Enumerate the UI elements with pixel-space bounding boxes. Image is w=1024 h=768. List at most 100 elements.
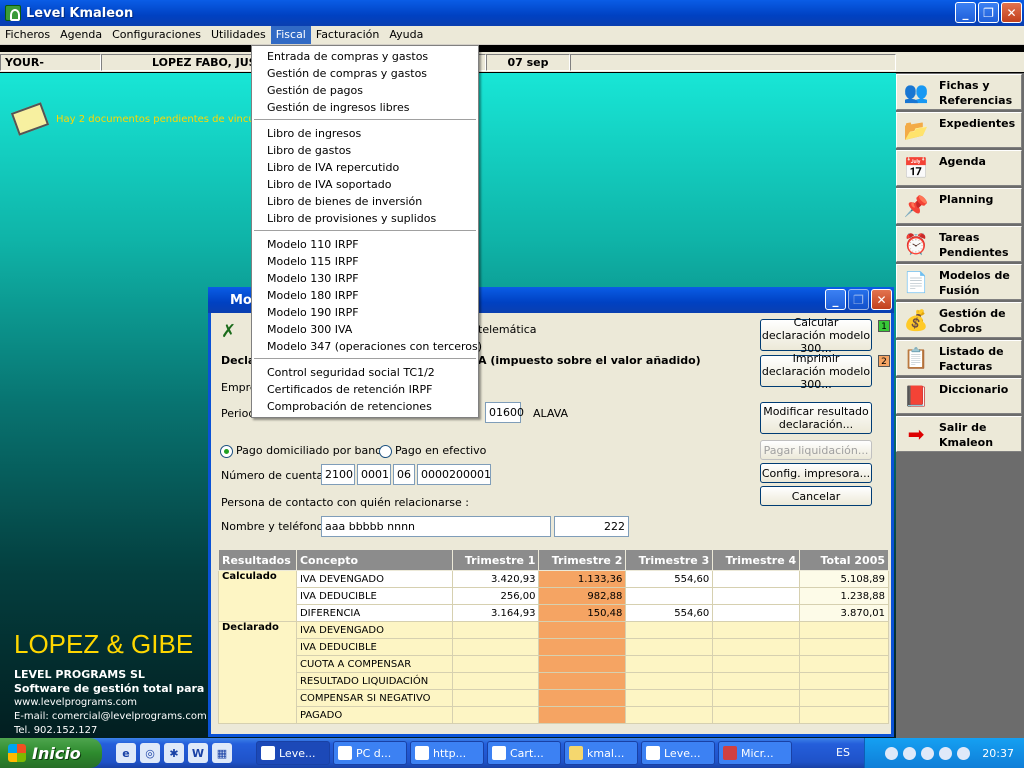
maximize-button[interactable]: ❐ bbox=[978, 2, 999, 23]
menu-modelo-110[interactable]: Modelo 110 IRPF bbox=[252, 236, 478, 253]
menu-gestion-compras[interactable]: Gestión de compras y gastos bbox=[252, 65, 478, 82]
menu-modelo-180[interactable]: Modelo 180 IRPF bbox=[252, 287, 478, 304]
tray-icon-2[interactable] bbox=[903, 746, 917, 760]
menu-gestion-pagos[interactable]: Gestión de pagos bbox=[252, 82, 478, 99]
sidebar-item-tareas[interactable]: ⏰ Tareas Pendientes bbox=[896, 226, 1022, 262]
nombre-field[interactable]: aaa bbbbb nnnn bbox=[321, 516, 551, 537]
cancelar-button[interactable]: Cancelar bbox=[760, 486, 872, 506]
menu-modelo-115[interactable]: Modelo 115 IRPF bbox=[252, 253, 478, 270]
menu-libro-bienes[interactable]: Libro de bienes de inversión bbox=[252, 193, 478, 210]
cell-t4[interactable] bbox=[712, 655, 801, 673]
cell-t2[interactable] bbox=[538, 672, 627, 690]
menu-facturacion[interactable]: Facturación bbox=[311, 26, 384, 44]
pagar-liquidacion-button[interactable]: Pagar liquidación... bbox=[760, 440, 872, 460]
tray-icon-1[interactable] bbox=[885, 746, 899, 760]
cell-t1[interactable] bbox=[451, 689, 540, 707]
menu-entrada-compras[interactable]: Entrada de compras y gastos bbox=[252, 48, 478, 65]
quicklaunch-icon-2[interactable]: ◎ bbox=[140, 743, 160, 763]
start-button[interactable]: Inicio bbox=[0, 738, 102, 768]
dialog-minimize-button[interactable]: _ bbox=[825, 289, 846, 310]
menu-comprobacion-retenciones[interactable]: Comprobación de retenciones bbox=[252, 398, 478, 415]
cuenta-oficina-field[interactable]: 0001 bbox=[357, 464, 391, 485]
cell-t3[interactable] bbox=[625, 672, 714, 690]
calcular-declaracion-button[interactable]: Calcular declaración modelo 300... bbox=[760, 316, 872, 355]
pago-efectivo-option[interactable]: Pago en efectivo bbox=[379, 444, 486, 458]
cell-t1[interactable] bbox=[451, 672, 540, 690]
cell-t1[interactable] bbox=[451, 621, 540, 639]
tray-icon-4[interactable] bbox=[939, 746, 953, 760]
menu-utilidades[interactable]: Utilidades bbox=[206, 26, 271, 44]
dialog-close-button[interactable]: ✕ bbox=[871, 289, 892, 310]
menu-ficheros[interactable]: Ficheros bbox=[0, 26, 55, 44]
config-impresora-button[interactable]: Config. impresora... bbox=[760, 463, 872, 483]
cell-t2[interactable] bbox=[538, 689, 627, 707]
menu-fiscal[interactable]: Fiscal bbox=[270, 26, 311, 44]
sidebar-item-modelos[interactable]: 📄 Modelos de Fusión bbox=[896, 264, 1022, 300]
menu-ayuda[interactable]: Ayuda bbox=[384, 26, 428, 44]
menu-modelo-130[interactable]: Modelo 130 IRPF bbox=[252, 270, 478, 287]
cell-t1[interactable] bbox=[451, 638, 540, 656]
task-cart[interactable]: Cart... bbox=[487, 741, 561, 765]
menu-gestion-ingresos[interactable]: Gestión de ingresos libres bbox=[252, 99, 478, 116]
task-pc[interactable]: PC d... bbox=[333, 741, 407, 765]
close-button[interactable]: ✕ bbox=[1001, 2, 1022, 23]
sidebar-item-facturas[interactable]: 📋 Listado de Facturas bbox=[896, 340, 1022, 376]
cell-t3[interactable] bbox=[625, 638, 714, 656]
menu-libro-ingresos[interactable]: Libro de ingresos bbox=[252, 125, 478, 142]
menu-modelo-190[interactable]: Modelo 190 IRPF bbox=[252, 304, 478, 321]
cell-t2[interactable] bbox=[538, 638, 627, 656]
sidebar-item-agenda[interactable]: 📅 Agenda bbox=[896, 150, 1022, 186]
dialog-maximize-button[interactable]: ❐ bbox=[848, 289, 869, 310]
sidebar-item-cobros[interactable]: 💰 Gestión de Cobros bbox=[896, 302, 1022, 338]
clock[interactable]: 20:37 bbox=[982, 747, 1014, 760]
menu-configuraciones[interactable]: Configuraciones bbox=[107, 26, 206, 44]
sidebar-item-planning[interactable]: 📌 Planning bbox=[896, 188, 1022, 224]
cell-t1[interactable] bbox=[451, 655, 540, 673]
menu-control-ss[interactable]: Control seguridad social TC1/2 bbox=[252, 364, 478, 381]
cell-t2[interactable] bbox=[538, 655, 627, 673]
tray-icon-3[interactable] bbox=[921, 746, 935, 760]
cp-field[interactable]: 01600 bbox=[485, 402, 524, 423]
menu-libro-iva-soportado[interactable]: Libro de IVA soportado bbox=[252, 176, 478, 193]
quicklaunch-icon-5[interactable]: ▦ bbox=[212, 743, 232, 763]
sidebar-item-fichas[interactable]: 👥 Fichas y Referencias bbox=[896, 74, 1022, 110]
cuenta-entidad-field[interactable]: 2100 bbox=[321, 464, 355, 485]
cell-t3[interactable] bbox=[625, 706, 714, 724]
task-kmal[interactable]: kmal... bbox=[564, 741, 638, 765]
task-level-1[interactable]: Leve... bbox=[256, 741, 330, 765]
telefono-field[interactable]: 222 bbox=[554, 516, 629, 537]
cell-t4[interactable] bbox=[712, 672, 801, 690]
pago-banco-option[interactable]: Pago domiciliado por banco bbox=[220, 444, 388, 458]
word-quicklaunch-icon[interactable]: W bbox=[188, 743, 208, 763]
cell-t4[interactable] bbox=[712, 689, 801, 707]
cell-t3[interactable] bbox=[625, 689, 714, 707]
menu-libro-iva-repercutido[interactable]: Libro de IVA repercutido bbox=[252, 159, 478, 176]
imprimir-declaracion-button[interactable]: Imprimir declaración modelo 300... bbox=[760, 352, 872, 391]
sidebar-item-salir[interactable]: ➡ Salir de Kmaleon bbox=[896, 416, 1022, 452]
task-level-2[interactable]: Leve... bbox=[641, 741, 715, 765]
task-micr[interactable]: Micr... bbox=[718, 741, 792, 765]
minimize-button[interactable]: _ bbox=[955, 2, 976, 23]
cell-t2[interactable] bbox=[538, 706, 627, 724]
ie-quicklaunch-icon[interactable]: e bbox=[116, 743, 136, 763]
cell-t4[interactable] bbox=[712, 621, 801, 639]
modificar-resultado-button[interactable]: Modificar resultado declaración... bbox=[760, 402, 872, 434]
menu-certificados-irpf[interactable]: Certificados de retención IRPF bbox=[252, 381, 478, 398]
menu-agenda[interactable]: Agenda bbox=[55, 26, 107, 44]
menu-modelo-300[interactable]: Modelo 300 IVA bbox=[252, 321, 478, 338]
pago-banco-radio[interactable] bbox=[220, 444, 233, 458]
pending-documents-notice[interactable]: Hay 2 documentos pendientes de vincu bbox=[10, 102, 255, 136]
pago-efectivo-radio[interactable] bbox=[379, 444, 392, 458]
cell-t1[interactable] bbox=[451, 706, 540, 724]
task-http[interactable]: http... bbox=[410, 741, 484, 765]
cell-t3[interactable] bbox=[625, 655, 714, 673]
cell-t3[interactable] bbox=[625, 621, 714, 639]
sidebar-item-diccionario[interactable]: 📕 Diccionario bbox=[896, 378, 1022, 414]
cell-t4[interactable] bbox=[712, 638, 801, 656]
cuenta-numero-field[interactable]: 0000200001 bbox=[417, 464, 491, 485]
cuenta-dc-field[interactable]: 06 bbox=[393, 464, 415, 485]
cell-t4[interactable] bbox=[712, 706, 801, 724]
cell-t2[interactable] bbox=[538, 621, 627, 639]
menu-libro-gastos[interactable]: Libro de gastos bbox=[252, 142, 478, 159]
sidebar-item-expedientes[interactable]: 📂 Expedientes bbox=[896, 112, 1022, 148]
